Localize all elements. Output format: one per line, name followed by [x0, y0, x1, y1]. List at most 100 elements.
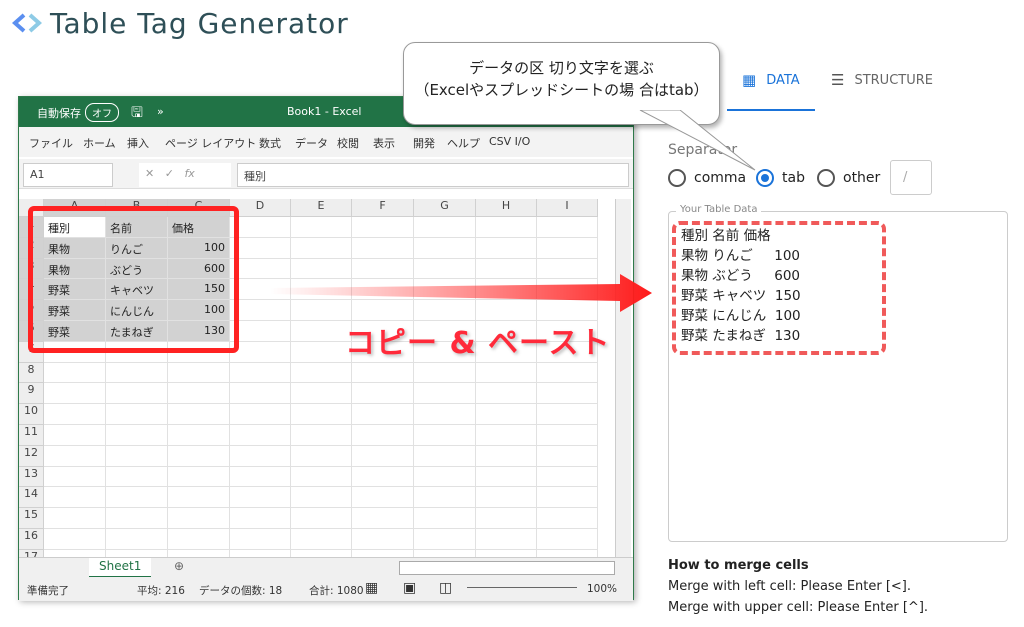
- cell[interactable]: [537, 237, 598, 259]
- cell[interactable]: [537, 508, 598, 529]
- sheet-tab[interactable]: Sheet1: [89, 558, 152, 578]
- cell[interactable]: [44, 508, 106, 529]
- cancel-icon[interactable]: ✕: [145, 167, 154, 180]
- cell[interactable]: [291, 404, 352, 425]
- cell[interactable]: [291, 341, 352, 363]
- cell[interactable]: [291, 217, 352, 238]
- cell[interactable]: [537, 362, 598, 384]
- cell[interactable]: [352, 425, 414, 446]
- cell[interactable]: [168, 487, 230, 509]
- cell[interactable]: [414, 217, 476, 238]
- tab-data[interactable]: ▦ DATA: [742, 70, 800, 90]
- cell[interactable]: [476, 217, 537, 238]
- cell[interactable]: [230, 362, 291, 384]
- cell[interactable]: [106, 529, 168, 550]
- cell[interactable]: [476, 445, 537, 467]
- cell[interactable]: [44, 529, 106, 550]
- ribbon-tab[interactable]: 校閲: [337, 135, 359, 151]
- cell[interactable]: [476, 466, 537, 488]
- cell[interactable]: [291, 321, 352, 342]
- cell[interactable]: [414, 445, 476, 467]
- cell[interactable]: [352, 404, 414, 425]
- save-icon[interactable]: 🖫: [131, 102, 143, 126]
- cell[interactable]: [352, 487, 414, 509]
- cell[interactable]: [106, 425, 168, 446]
- cell[interactable]: [291, 529, 352, 550]
- cell[interactable]: [106, 445, 168, 467]
- cell[interactable]: [230, 341, 291, 363]
- row-header[interactable]: 16: [19, 529, 44, 550]
- cell[interactable]: [537, 529, 598, 550]
- autosave-toggle[interactable]: オフ: [85, 103, 119, 122]
- cell[interactable]: [537, 425, 598, 446]
- cell[interactable]: [230, 217, 291, 238]
- cell[interactable]: [106, 487, 168, 509]
- cell[interactable]: [414, 362, 476, 384]
- column-header[interactable]: D: [230, 199, 291, 217]
- row-header[interactable]: 15: [19, 508, 44, 529]
- cell[interactable]: [476, 487, 537, 509]
- normal-view-icon[interactable]: ▦: [365, 580, 378, 596]
- cell[interactable]: [291, 466, 352, 488]
- cell[interactable]: [291, 487, 352, 509]
- cell[interactable]: [230, 425, 291, 446]
- cell[interactable]: [414, 383, 476, 405]
- cell[interactable]: [291, 362, 352, 384]
- cell[interactable]: [168, 383, 230, 405]
- cell[interactable]: [106, 466, 168, 488]
- cell[interactable]: [230, 466, 291, 488]
- column-header[interactable]: F: [352, 199, 414, 217]
- cell[interactable]: [106, 508, 168, 529]
- cell[interactable]: [291, 425, 352, 446]
- add-sheet-icon[interactable]: ⊕: [174, 559, 184, 573]
- cell[interactable]: [537, 487, 598, 509]
- cell[interactable]: [168, 466, 230, 488]
- name-box[interactable]: A1: [23, 163, 113, 187]
- cell[interactable]: [168, 425, 230, 446]
- column-header[interactable]: H: [476, 199, 537, 217]
- cell[interactable]: [230, 487, 291, 509]
- radio-other[interactable]: other: [817, 169, 880, 187]
- page-layout-icon[interactable]: ▣: [403, 580, 416, 596]
- formula-input[interactable]: 種別: [237, 163, 629, 187]
- ribbon-tab[interactable]: データ: [295, 135, 328, 151]
- horizontal-scrollbar[interactable]: [399, 561, 615, 575]
- cell[interactable]: [414, 425, 476, 446]
- cell[interactable]: [230, 529, 291, 550]
- row-header[interactable]: 11: [19, 425, 44, 446]
- cell[interactable]: [414, 508, 476, 529]
- ribbon-tab[interactable]: 挿入: [127, 135, 149, 151]
- cell[interactable]: [106, 383, 168, 405]
- cell[interactable]: [291, 508, 352, 529]
- cell[interactable]: [291, 237, 352, 259]
- cell[interactable]: [291, 445, 352, 467]
- tab-structure[interactable]: ☰ STRUCTURE: [831, 70, 933, 90]
- cell[interactable]: [476, 508, 537, 529]
- cell[interactable]: [230, 383, 291, 405]
- vertical-scrollbar[interactable]: [615, 199, 631, 557]
- cell[interactable]: [414, 466, 476, 488]
- cell[interactable]: [44, 466, 106, 488]
- page-break-icon[interactable]: ◫: [439, 580, 452, 596]
- ribbon-tab[interactable]: 数式: [259, 135, 281, 151]
- ribbon-tab[interactable]: 開発: [413, 135, 435, 151]
- cell[interactable]: [352, 217, 414, 238]
- more-icon[interactable]: »: [157, 105, 164, 118]
- cell[interactable]: [414, 529, 476, 550]
- cell[interactable]: [44, 425, 106, 446]
- row-header[interactable]: 9: [19, 383, 44, 405]
- row-header[interactable]: 14: [19, 487, 44, 509]
- cell[interactable]: [476, 383, 537, 405]
- cell[interactable]: [44, 362, 106, 384]
- cell[interactable]: [168, 445, 230, 467]
- row-header[interactable]: 10: [19, 404, 44, 425]
- ribbon-tab[interactable]: ホーム: [83, 135, 116, 151]
- cell[interactable]: [44, 445, 106, 467]
- cell[interactable]: [537, 383, 598, 405]
- cell[interactable]: [537, 404, 598, 425]
- cell[interactable]: [352, 466, 414, 488]
- column-header[interactable]: G: [414, 199, 476, 217]
- cell[interactable]: [414, 404, 476, 425]
- cell[interactable]: [414, 487, 476, 509]
- row-header[interactable]: 13: [19, 466, 44, 488]
